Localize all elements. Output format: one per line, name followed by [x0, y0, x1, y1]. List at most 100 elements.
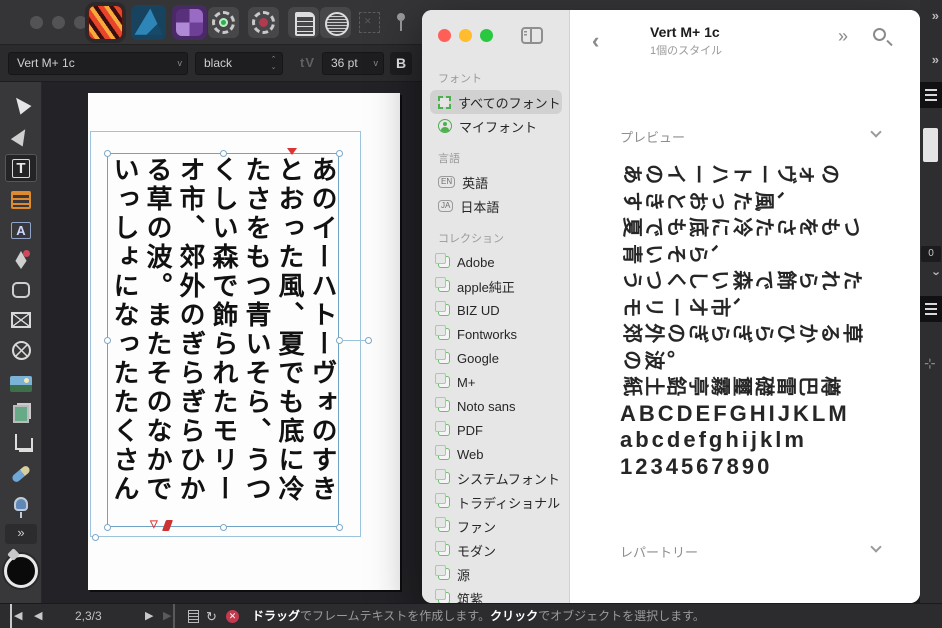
sidebar-item-Google[interactable]: Google — [430, 346, 562, 370]
handle-mid-left[interactable] — [104, 337, 111, 344]
collection-icon — [438, 472, 450, 484]
font-style-combo[interactable]: black ⌃⌄ — [195, 52, 283, 75]
handle-top-left[interactable] — [104, 150, 111, 157]
select-tool[interactable] — [5, 90, 37, 118]
panel-menu-icon[interactable] — [920, 82, 942, 108]
handle-bottom-right[interactable] — [336, 524, 343, 531]
sync-icon[interactable]: ↻ — [206, 604, 217, 628]
preflight-doc-icon[interactable] — [188, 610, 199, 623]
fill-stroke-swatch[interactable] — [4, 554, 38, 588]
preflight-error-badge[interactable]: ✕ — [226, 610, 239, 623]
sidebar-sections: フォントすべてのフォントマイフォント言語EN英語JA日本語コレクションAdobe… — [422, 58, 570, 603]
back-chevron-icon[interactable]: ‹ — [592, 28, 599, 54]
sidebar-item-トラディショナル[interactable]: トラディショナル — [430, 490, 562, 514]
pages-tool[interactable] — [5, 400, 37, 428]
minimize-button[interactable] — [459, 29, 472, 42]
panel-scrollbar-thumb[interactable] — [923, 128, 938, 162]
panel-chevron-down-icon[interactable]: › — [929, 271, 942, 275]
stepper-icon[interactable]: ⌃⌄ — [269, 56, 278, 72]
collection-icon — [438, 496, 450, 508]
sidebar-item-筑紫[interactable]: 筑紫 — [430, 586, 562, 603]
sidebar-item-M+[interactable]: M+ — [430, 370, 562, 394]
sidebar-item-英語[interactable]: EN英語 — [430, 170, 562, 194]
frame-corner-handle[interactable] — [92, 534, 99, 541]
handle-top-right[interactable] — [336, 150, 343, 157]
preflight-check-icon[interactable] — [208, 7, 239, 38]
document-setup-icon[interactable] — [288, 7, 319, 38]
document-canvas[interactable]: あのイーハトーヴォのすきとおった風、夏でも底に冷たさをもつ青いそら、うつくしい森… — [42, 82, 422, 603]
panel-value-field[interactable]: 0 — [921, 246, 941, 262]
zoom-button[interactable] — [480, 29, 493, 42]
sidebar-item-ファン[interactable]: ファン — [430, 514, 562, 538]
panel-transform-icon[interactable]: ⊹ — [924, 355, 936, 372]
bold-button[interactable]: B — [390, 52, 412, 75]
search-icon[interactable] — [873, 28, 886, 41]
window-close-button-inactive[interactable] — [30, 16, 43, 29]
font-style-count: 1個のスタイル — [650, 42, 722, 58]
preview-line-latin-3: 1234567890 — [620, 454, 920, 481]
first-page-button[interactable]: ◀ — [10, 604, 22, 628]
sidebar-item-apple純正[interactable]: apple純正 — [430, 274, 562, 298]
ellipse-frame-tool[interactable] — [5, 336, 37, 364]
sidebar-item-label: 英語 — [462, 173, 488, 192]
page-indicator[interactable]: 2,3/3 — [75, 604, 102, 628]
frame-text-tool-selected[interactable]: T — [5, 154, 37, 182]
vertical-text-column-4: くしい森で飾られたモリー — [207, 156, 240, 528]
sidebar-item-すべてのフォント[interactable]: すべてのフォント — [430, 90, 562, 114]
previous-page-button[interactable]: ◀ — [34, 604, 42, 628]
handle-bottom-left[interactable] — [104, 524, 111, 531]
preview-collapse-chevron-icon[interactable] — [870, 126, 881, 137]
sidebar-item-PDF[interactable]: PDF — [430, 418, 562, 442]
crop-tool[interactable] — [5, 430, 37, 458]
sidebar-item-Web[interactable]: Web — [430, 442, 562, 466]
preflight-warning-icon[interactable] — [248, 7, 279, 38]
sidebar-item-源[interactable]: 源 — [430, 562, 562, 586]
artistic-text-icon: A — [11, 222, 30, 239]
pen-tool[interactable] — [5, 246, 37, 274]
rotation-handle[interactable] — [365, 337, 372, 344]
place-image-tool[interactable] — [5, 370, 37, 398]
sidebar-item-システムフォント[interactable]: システムフォント — [430, 466, 562, 490]
more-chevrons-icon[interactable]: » — [838, 26, 848, 47]
colour-picker-tool[interactable] — [5, 490, 37, 518]
spread-setup-icon[interactable] — [320, 7, 351, 38]
move-tool[interactable] — [5, 122, 37, 150]
pin-icon[interactable] — [384, 7, 415, 38]
sidebar-item-label: 筑紫 — [457, 589, 483, 604]
sidebar-item-Fontworks[interactable]: Fontworks — [430, 322, 562, 346]
picture-frame-tool[interactable] — [5, 306, 37, 334]
designer-persona-icon[interactable] — [131, 5, 166, 40]
publisher-persona-icon[interactable] — [88, 5, 123, 40]
handle-bottom-center[interactable] — [220, 524, 227, 531]
sidebar-toggle-icon[interactable] — [521, 27, 543, 44]
window-minimize-button-inactive[interactable] — [52, 16, 65, 29]
expand-tools-button[interactable]: » — [5, 524, 37, 544]
font-size-field[interactable]: 36 pt v — [322, 52, 384, 75]
sidebar-item-Adobe[interactable]: Adobe — [430, 250, 562, 274]
font-family-combo[interactable]: Vert M+ 1c v — [8, 52, 188, 75]
panel-menu-icon-2[interactable] — [920, 296, 942, 322]
sidebar-item-BIZ UD[interactable]: BIZ UD — [430, 298, 562, 322]
window-zoom-button-inactive[interactable] — [74, 16, 87, 29]
repertoire-section-label: レパートリー — [620, 542, 698, 561]
next-page-button[interactable]: ▶ — [145, 604, 153, 628]
repertoire-collapse-chevron-icon[interactable] — [870, 541, 881, 552]
panel-expand-icon-2[interactable]: » — [932, 52, 939, 67]
handle-top-center[interactable] — [220, 150, 227, 157]
vertical-text-block[interactable]: あのイーハトーヴォのすきとおった風、夏でも底に冷たさをもつ青いそら、うつくしい森… — [108, 156, 339, 528]
panel-expand-icon[interactable]: » — [932, 8, 939, 23]
photo-persona-icon[interactable] — [172, 5, 207, 40]
sidebar-item-label: 源 — [457, 565, 470, 584]
vector-brush-tool[interactable] — [5, 460, 37, 488]
sidebar-item-Noto sans[interactable]: Noto sans — [430, 394, 562, 418]
sidebar-item-モダン[interactable]: モダン — [430, 538, 562, 562]
table-tool[interactable] — [5, 186, 37, 214]
close-button[interactable] — [438, 29, 451, 42]
sidebar-section-title: コレクション — [438, 230, 570, 246]
shape-tool[interactable] — [5, 276, 37, 304]
sidebar-item-マイフォント[interactable]: マイフォント — [430, 114, 562, 138]
collection-icon — [438, 352, 450, 364]
sidebar-item-日本語[interactable]: JA日本語 — [430, 194, 562, 218]
overflow-triangle-icon[interactable]: ▽ — [150, 519, 158, 530]
artistic-text-tool[interactable]: A — [5, 216, 37, 244]
